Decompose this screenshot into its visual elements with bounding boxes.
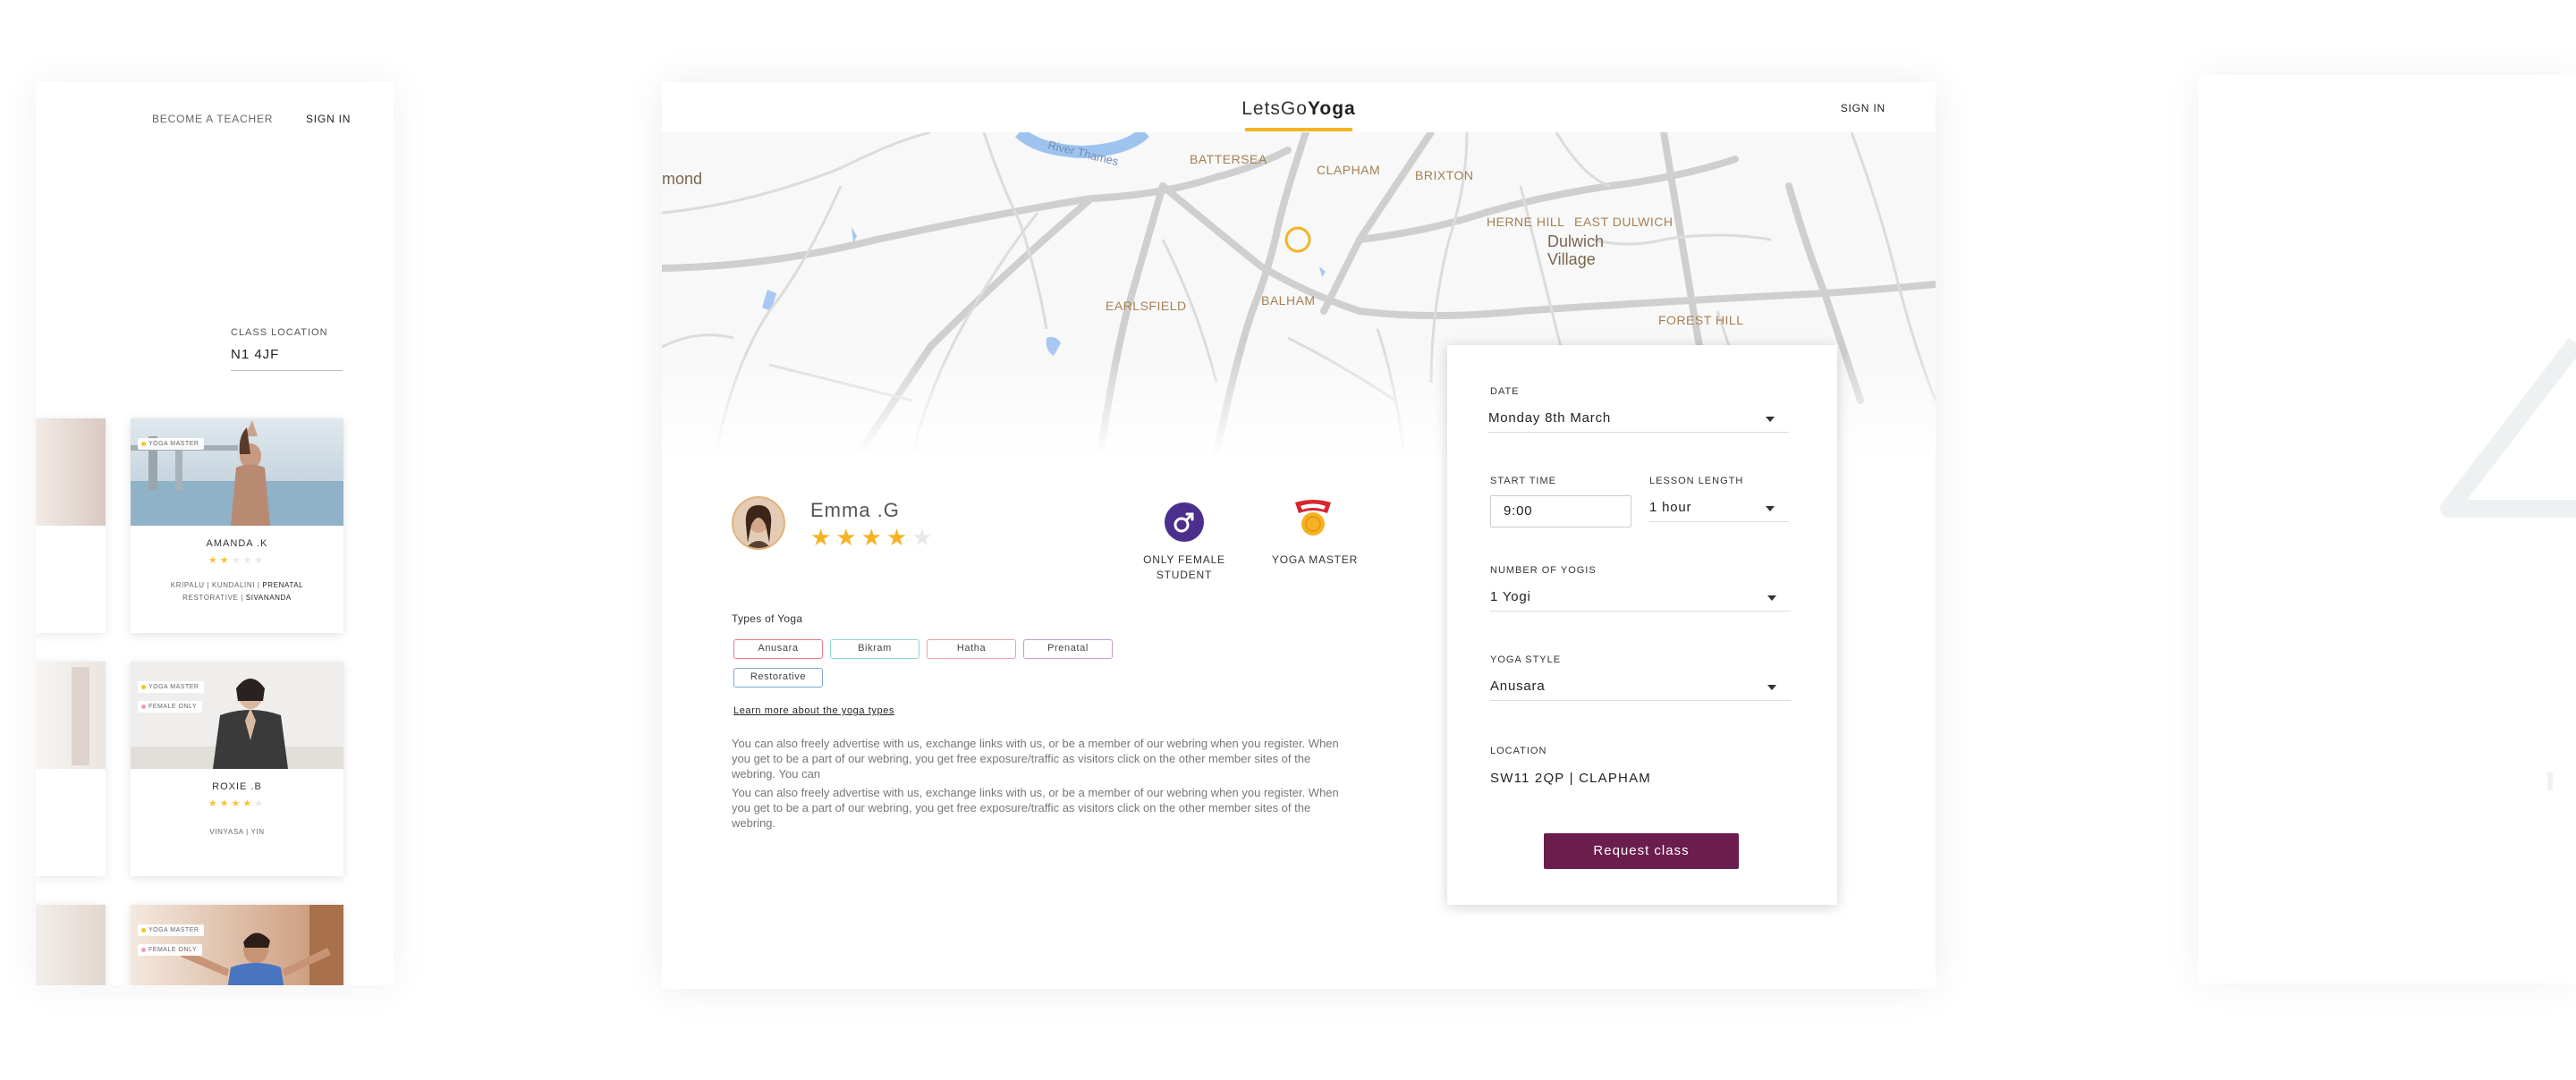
yoga-master-tag: YOGA MASTER <box>138 681 205 693</box>
map-label-earlsfield: EARLSFIELD <box>1106 299 1187 313</box>
female-only-tag: FEMALE ONLY <box>138 944 202 956</box>
teacher-list-panel: BECOME A TEACHER SIGN IN CLASS LOCATION … <box>36 82 394 985</box>
teacher-photo <box>131 418 343 526</box>
sign-in-link[interactable]: SIGN IN <box>1841 102 1885 114</box>
yoga-types-heading: Types of Yoga <box>732 612 803 625</box>
date-label: DATE <box>1490 386 1520 397</box>
teacher-avatar <box>732 496 785 550</box>
class-location-underline <box>231 370 343 371</box>
booking-form: DATE Monday 8th March START TIME 9:00 LE… <box>1447 345 1837 905</box>
teacher-photo <box>131 662 343 769</box>
location-value: SW11 2QP | CLAPHAM <box>1490 771 1651 786</box>
chevron-down-icon <box>1767 595 1776 601</box>
date-select[interactable]: Monday 8th March <box>1488 406 1789 433</box>
yoga-type-pill[interactable]: Hatha <box>927 639 1016 659</box>
learn-more-link[interactable]: Learn more about the yoga types <box>733 705 894 716</box>
teacher-styles: VINYASA | YIN <box>209 828 265 836</box>
start-time-label: START TIME <box>1490 476 1556 486</box>
lesson-length-label: LESSON LENGTH <box>1649 476 1744 486</box>
teacher-card[interactable]: YOGA MASTER FEMALE ONLY ROXIE .B ★★★★★ V… <box>131 662 343 876</box>
teacher-name: Emma .G <box>810 499 900 521</box>
map-label-dulwich-village: Dulwich Village <box>1547 232 1605 268</box>
yoga-type-pill[interactable]: Anusara <box>733 639 823 659</box>
description-paragraph: You can also freely advertise with us, e… <box>732 737 1339 780</box>
right-panel <box>2199 75 2576 983</box>
teacher-card[interactable]: YOGA MASTER AMANDA .K ★★★★★ KRIPALU | KU… <box>131 418 343 633</box>
decorative-mark <box>2547 772 2553 790</box>
request-class-button[interactable]: Request class <box>1544 833 1739 869</box>
yoga-type-pill[interactable]: Restorative <box>733 668 823 688</box>
map-label-east-dulwich: EAST DULWICH <box>1574 215 1674 229</box>
ghost-teacher-card <box>36 662 106 876</box>
ghost-teacher-card <box>36 418 106 633</box>
medal-icon <box>1292 497 1335 542</box>
class-location-input[interactable]: N1 4JF <box>231 347 279 362</box>
yoga-master-tag: YOGA MASTER <box>138 438 205 450</box>
map-label-balham: BALHAM <box>1261 293 1316 308</box>
class-booking-panel: River Thames mond BATTERSEA CLAPHAM BRIX… <box>662 82 1936 989</box>
yoga-master-badge: YOGA MASTER <box>1271 553 1359 566</box>
teacher-name: ROXIE .B <box>212 781 262 792</box>
teacher-styles: KRIPALU | KUNDALINI | PRENATAL RESTORATI… <box>170 581 304 602</box>
teacher-card[interactable]: YOGA MASTER FEMALE ONLY <box>131 905 343 985</box>
location-label: LOCATION <box>1490 746 1547 756</box>
map-label-battersea: BATTERSEA <box>1190 152 1267 166</box>
map-label-herne-hill: HERNE HILL <box>1487 215 1565 229</box>
teacher-rating: ★★★★★ <box>810 524 937 551</box>
teacher-rating: ★★★★★ <box>208 798 267 809</box>
chevron-down-icon <box>1766 417 1775 422</box>
yoga-style-label: YOGA STYLE <box>1490 654 1562 665</box>
chevron-down-icon <box>1766 506 1775 511</box>
yoga-master-tag: YOGA MASTER <box>138 924 205 936</box>
ghost-teacher-card <box>36 905 106 985</box>
yoga-style-select[interactable]: Anusara <box>1490 674 1791 701</box>
map-label-brixton: BRIXTON <box>1415 168 1474 182</box>
chevron-down-icon <box>1767 685 1776 690</box>
female-only-tag: FEMALE ONLY <box>138 701 202 713</box>
map-label-forest-hill: FOREST HILL <box>1658 313 1744 327</box>
start-time-input[interactable]: 9:00 <box>1490 495 1631 527</box>
description-paragraph: You can also freely advertise with us, e… <box>732 786 1339 830</box>
lesson-length-select[interactable]: 1 hour <box>1649 495 1789 522</box>
left-sign-in-link[interactable]: SIGN IN <box>306 113 351 125</box>
only-female-student-badge: ONLY FEMALE STUDENT <box>1143 553 1225 581</box>
class-location-label: CLASS LOCATION <box>231 327 328 338</box>
number-of-yogis-label: NUMBER OF YOGIS <box>1490 565 1597 576</box>
number-of-yogis-select[interactable]: 1 Yogi <box>1490 585 1791 612</box>
male-symbol-icon <box>1165 502 1204 542</box>
brand-logo[interactable]: LetsGoYoga <box>662 98 1936 120</box>
yoga-type-pill[interactable]: Prenatal <box>1023 639 1113 659</box>
map-label-clapham: CLAPHAM <box>1317 163 1381 177</box>
become-teacher-link[interactable]: BECOME A TEACHER <box>152 113 273 125</box>
brand-underline <box>1245 128 1352 131</box>
teacher-rating: ★★★★★ <box>208 555 267 566</box>
teacher-name: AMANDA .K <box>206 538 268 549</box>
map-label-mond: mond <box>662 170 703 188</box>
yoga-type-pill[interactable]: Bikram <box>830 639 919 659</box>
decorative-shape <box>2440 337 2576 518</box>
